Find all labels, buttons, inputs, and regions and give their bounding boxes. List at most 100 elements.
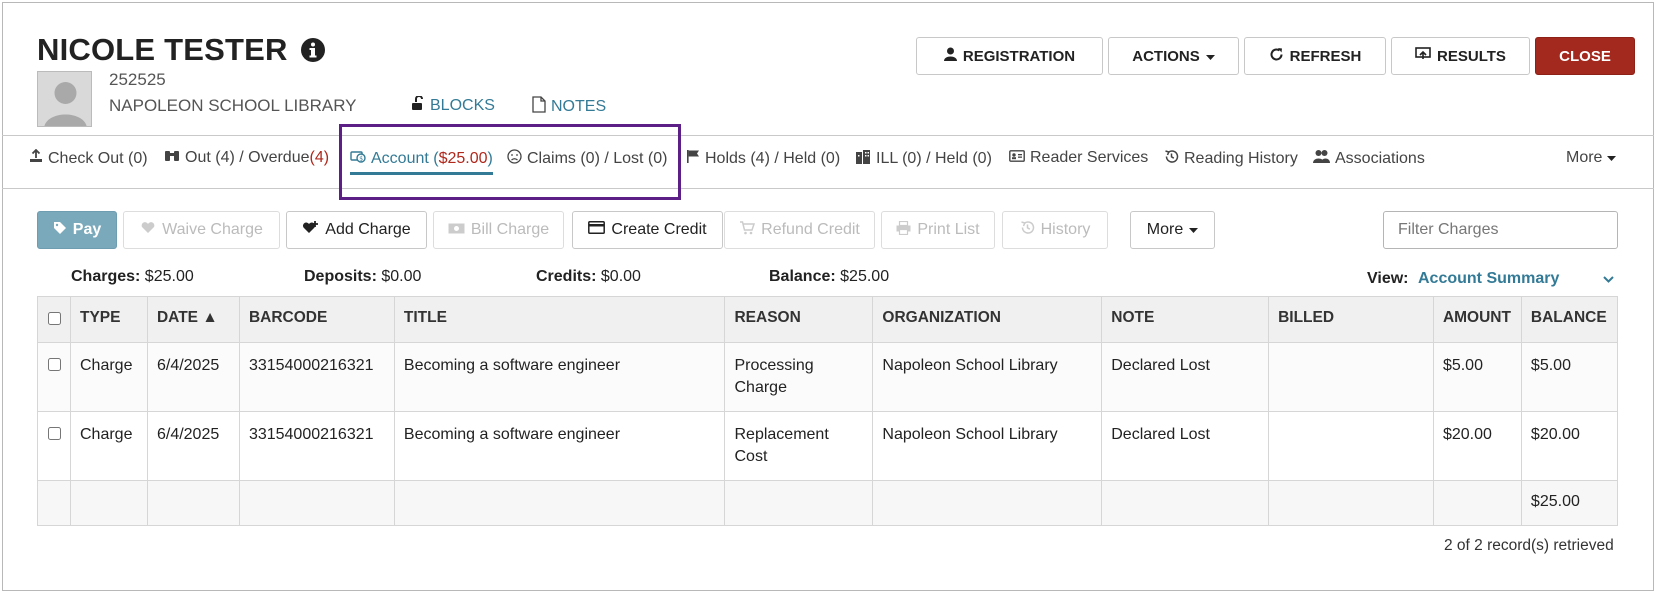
print-list-button[interactable]: Print List — [881, 211, 995, 249]
account-amount: $25.00 — [438, 149, 488, 167]
column-header[interactable]: TITLE — [393, 296, 726, 343]
empty-cell — [724, 480, 874, 526]
row-select-cell — [37, 342, 71, 412]
tab-reading-history[interactable]: Reading History — [1164, 149, 1298, 169]
bill-charge-button[interactable]: Bill Charge — [433, 211, 564, 249]
charges-summary: Charges: $25.00 — [71, 268, 194, 286]
tab-reader-services[interactable]: Reader Services — [1009, 149, 1148, 167]
empty-cell — [1432, 480, 1522, 526]
tab-account-close-paren: ) — [487, 149, 493, 167]
column-header[interactable]: BALANCE — [1520, 296, 1619, 343]
table-row[interactable]: Charge 6/4/2025 33154000216321 Becoming … — [37, 411, 1619, 481]
column-header[interactable]: TYPE — [69, 296, 148, 343]
cell-amount: $20.00 — [1432, 411, 1522, 481]
pay-button[interactable]: Pay — [37, 211, 117, 249]
credits-summary: Credits: $0.00 — [536, 268, 641, 286]
records-count: 2 of 2 record(s) retrieved — [1444, 537, 1614, 554]
view-select[interactable]: Account Summary — [1418, 270, 1615, 288]
table-total-row: $25.00 — [37, 480, 1619, 526]
unlock-icon — [411, 95, 425, 116]
filter-charges-input[interactable] — [1383, 211, 1618, 249]
cell-date: 6/4/2025 — [146, 342, 240, 412]
close-button[interactable]: CLOSE — [1535, 37, 1635, 75]
column-header[interactable]: BILLED — [1268, 296, 1434, 343]
waive-charge-button[interactable]: Waive Charge — [123, 211, 280, 249]
heart-hand-icon — [140, 221, 156, 240]
bill-charge-label: Bill Charge — [470, 221, 550, 238]
cell-note: Declared Lost — [1101, 411, 1270, 481]
cell-note: Declared Lost — [1101, 342, 1270, 412]
column-header[interactable]: ORGANIZATION — [872, 296, 1103, 343]
patron-library: NAPOLEON SCHOOL LIBRARY — [109, 96, 357, 115]
deposits-label: Deposits: — [304, 268, 377, 285]
money-icon: $ — [350, 149, 366, 168]
notes-link[interactable]: NOTES — [532, 96, 606, 118]
add-charge-button[interactable]: Add Charge — [286, 211, 427, 249]
cell-type: Charge — [69, 342, 148, 412]
tab-more-dropdown[interactable]: More — [1566, 149, 1617, 167]
row-checkbox[interactable] — [48, 427, 61, 440]
overdue-count: (4) — [309, 149, 330, 166]
cell-balance: $20.00 — [1520, 411, 1619, 481]
notes-link-label: NOTES — [551, 98, 607, 115]
create-credit-button[interactable]: Create Credit — [572, 211, 723, 249]
column-header[interactable]: NOTE — [1101, 296, 1270, 343]
results-icon — [1415, 47, 1431, 65]
empty-cell — [37, 480, 71, 526]
blocks-link-label: BLOCKS — [430, 97, 495, 114]
registration-button[interactable]: REGISTRATION — [916, 37, 1103, 75]
cart-icon — [739, 220, 756, 240]
cell-reason: Replacement Cost — [724, 411, 874, 481]
upload-icon — [29, 148, 43, 168]
tab-holds[interactable]: Holds (4) / Held (0) — [686, 149, 840, 168]
total-balance: $25.00 — [1520, 480, 1619, 526]
deposits-value: $0.00 — [376, 268, 422, 285]
deposits-summary: Deposits: $0.00 — [304, 268, 421, 286]
pay-button-label: Pay — [72, 221, 102, 238]
tab-out-overdue[interactable]: Out (4) / Overdue (4) — [164, 149, 329, 167]
cell-organization: Napoleon School Library — [872, 411, 1103, 481]
view-select-value: Account Summary — [1418, 270, 1560, 287]
cell-title: Becoming a software engineer — [393, 411, 726, 481]
add-charge-icon — [302, 220, 319, 240]
history-icon — [1020, 220, 1035, 240]
refresh-button-label: REFRESH — [1289, 47, 1362, 65]
tab-check-out-label: Check Out (0) — [48, 149, 148, 167]
row-checkbox[interactable] — [48, 358, 61, 371]
more-actions-button[interactable]: More — [1130, 211, 1215, 249]
column-header[interactable]: AMOUNT — [1432, 296, 1522, 343]
table-row[interactable]: Charge 6/4/2025 33154000216321 Becoming … — [37, 342, 1619, 412]
refund-credit-button[interactable]: Refund Credit — [724, 211, 875, 249]
cell-billed — [1268, 411, 1434, 481]
credits-value: $0.00 — [596, 268, 641, 285]
empty-cell — [1268, 480, 1434, 526]
tab-ill[interactable]: ILL (0) / Held (0) — [855, 149, 992, 169]
balance-value: $25.00 — [835, 268, 890, 285]
column-header[interactable]: DATE ▲ — [146, 296, 240, 343]
select-all-checkbox[interactable] — [48, 312, 61, 325]
tab-check-out[interactable]: Check Out (0) — [29, 148, 148, 168]
tab-claims-lost[interactable]: Claims (0) / Lost (0) — [507, 149, 667, 169]
empty-cell — [69, 480, 148, 526]
cell-title: Becoming a software engineer — [393, 342, 726, 412]
history-icon — [1164, 149, 1179, 169]
results-button-label: RESULTS — [1437, 47, 1506, 65]
column-header[interactable]: BARCODE — [238, 296, 395, 343]
history-button[interactable]: History — [1002, 211, 1108, 249]
column-header[interactable]: REASON — [724, 296, 874, 343]
empty-cell — [146, 480, 240, 526]
info-icon[interactable] — [300, 37, 326, 63]
results-button[interactable]: RESULTS — [1391, 37, 1530, 75]
blocks-link[interactable]: BLOCKS — [411, 95, 495, 116]
tab-associations[interactable]: Associations — [1313, 149, 1425, 168]
tab-account[interactable]: $ Account ( $25.00 ) — [350, 149, 493, 175]
charges-value: $25.00 — [140, 268, 194, 285]
user-icon — [943, 47, 957, 65]
view-label: View: — [1367, 270, 1409, 287]
empty-cell — [1101, 480, 1270, 526]
actions-button-label: ACTIONS — [1132, 47, 1200, 65]
refresh-button[interactable]: REFRESH — [1244, 37, 1386, 75]
actions-button[interactable]: ACTIONS — [1108, 37, 1239, 75]
patron-tab-bar: Check Out (0) Out (4) / Overdue (4) $ Ac… — [2, 135, 1654, 189]
tag-icon — [53, 221, 67, 240]
